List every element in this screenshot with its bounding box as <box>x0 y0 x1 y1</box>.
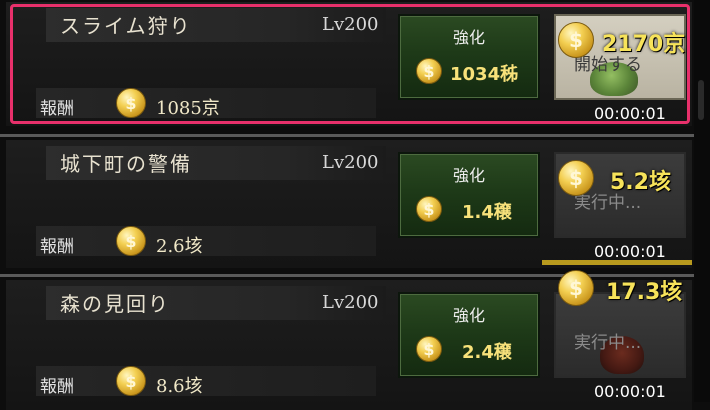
quest-level: Lv200 <box>322 152 379 173</box>
quest-row-forest-patrol: 森の見回り Lv200 報酬 $ 8.6垓 強化 $ 2.4穣 実行中... $… <box>6 270 692 410</box>
gold-coin-icon: $ <box>558 270 594 306</box>
quest-progress-bar <box>542 260 692 265</box>
quest-name: 城下町の警備 <box>60 152 192 176</box>
row-divider <box>0 134 694 137</box>
quest-cost: 5.2垓 <box>610 170 671 195</box>
upgrade-cost: 2.4穣 <box>462 342 512 363</box>
reward-value: 2.6垓 <box>156 236 203 257</box>
quest-timer: 00:00:01 <box>594 382 666 401</box>
upgrade-label: 強化 <box>452 306 485 325</box>
gold-coin-icon: $ <box>558 160 594 196</box>
upgrade-cost: 1.4穣 <box>462 202 512 223</box>
upgrade-button[interactable]: 強化 $ 1.4穣 <box>398 152 540 238</box>
gold-coin-icon: $ <box>116 226 146 256</box>
scrollbar[interactable] <box>694 0 710 402</box>
quest-row-town-guard: 城下町の警備 Lv200 報酬 $ 2.6垓 強化 $ 1.4穣 実行中... … <box>6 140 692 268</box>
reward-bar <box>36 366 376 396</box>
quest-level: Lv200 <box>322 292 379 313</box>
reward-label: 報酬 <box>40 377 74 397</box>
reward-bar <box>36 226 376 256</box>
quest-name: 森の見回り <box>60 292 170 316</box>
upgrade-button[interactable]: 強化 $ 2.4穣 <box>398 292 540 378</box>
reward-value: 8.6垓 <box>156 376 203 397</box>
quest-timer: 00:00:01 <box>594 242 666 261</box>
scroll-thumb[interactable] <box>698 80 704 120</box>
gold-coin-icon: $ <box>416 196 442 222</box>
gold-coin-icon: $ <box>116 366 146 396</box>
upgrade-label: 強化 <box>452 166 485 185</box>
quest-cost: 17.3垓 <box>606 280 683 305</box>
action-label: 実行中... <box>574 333 642 353</box>
gold-coin-icon: $ <box>416 336 442 362</box>
selected-row-highlight <box>10 4 690 124</box>
reward-label: 報酬 <box>40 237 74 257</box>
